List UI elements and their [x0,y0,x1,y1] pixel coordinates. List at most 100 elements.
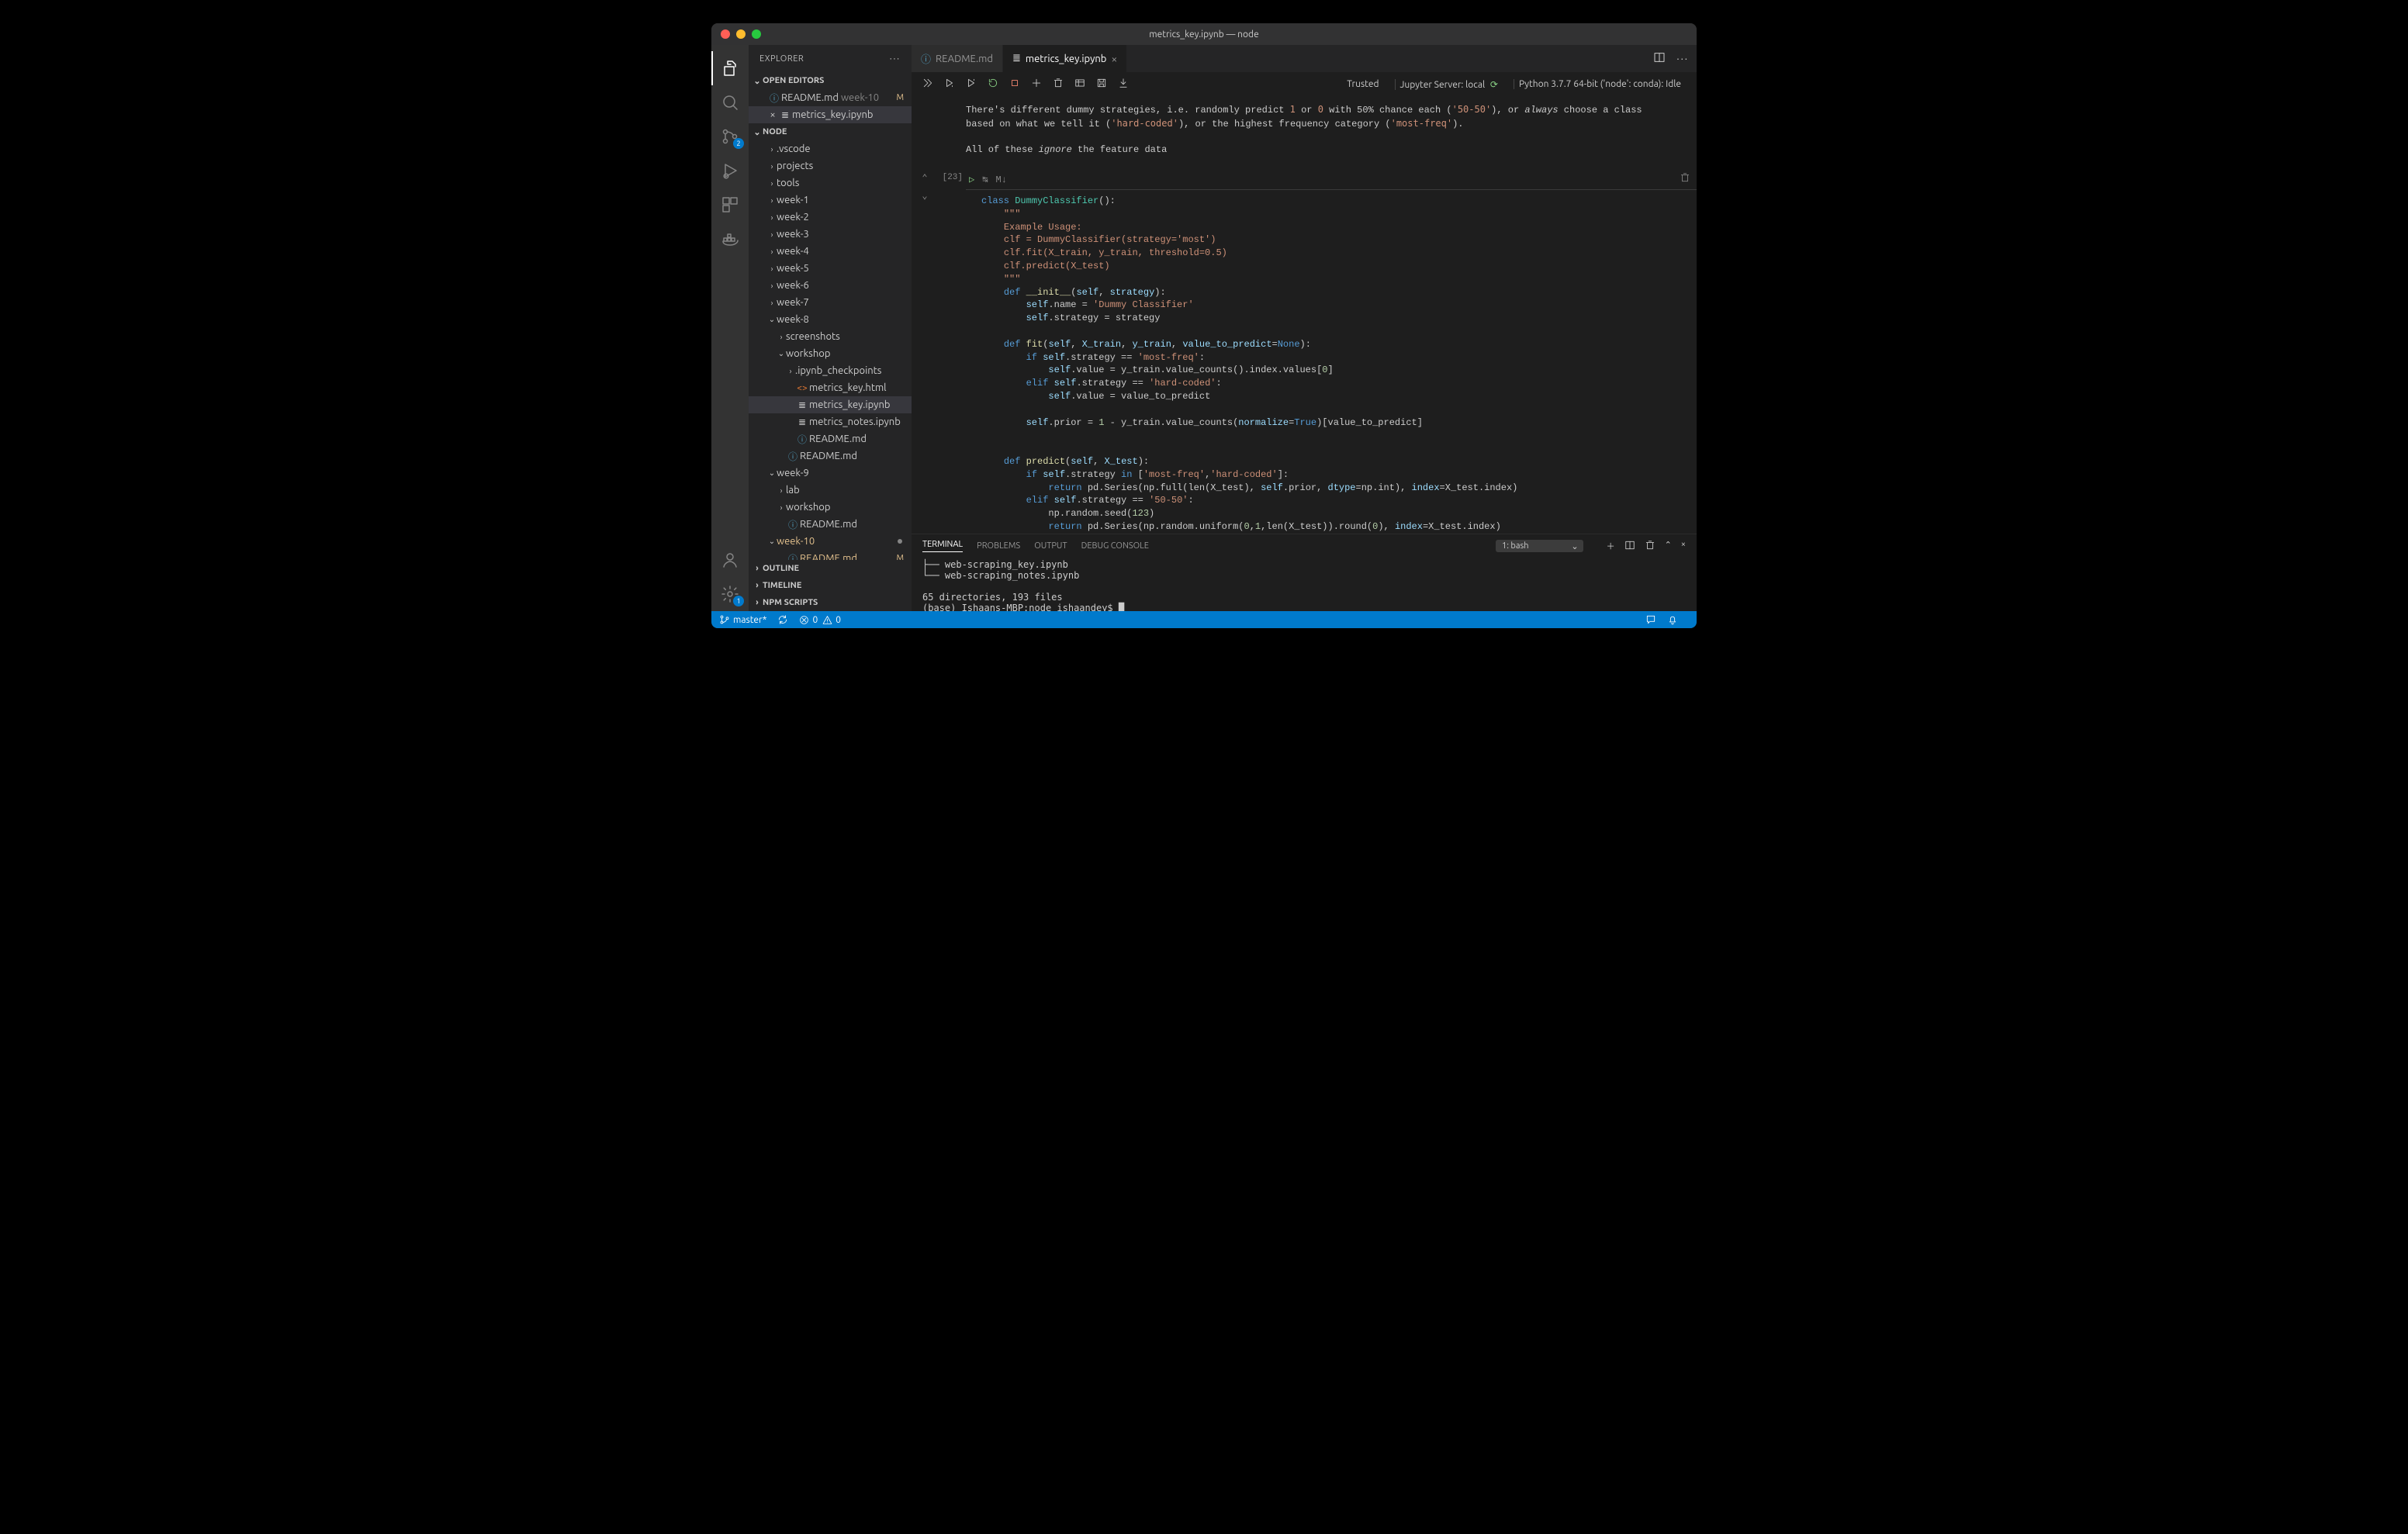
git-status: M [896,554,904,560]
trusted-status[interactable]: Trusted [1342,79,1383,89]
file-item[interactable]: ≣metrics_notes.ipynb [749,413,912,430]
code-cell-content[interactable]: class DummyClassifier(): """ Example Usa… [966,190,1697,534]
open-editor-item[interactable]: ⓘ README.md week-10 M [749,89,912,106]
notifications-icon[interactable] [1667,614,1678,625]
markdown-toggle-icon[interactable]: M↓ [995,174,1006,187]
panel-tab-debug[interactable]: DEBUG CONSOLE [1081,541,1149,551]
execution-count: [23] [938,172,966,534]
chevron-icon: › [767,247,777,256]
close-panel-icon[interactable]: × [1681,540,1686,553]
settings-activity[interactable]: 1 [711,577,749,611]
collapse-up-icon[interactable]: ⌃ [922,172,927,185]
tab-metrics[interactable]: ≣ metrics_key.ipynb × [1003,45,1127,72]
variables-icon[interactable] [1074,78,1085,91]
close-tab-icon[interactable]: × [1111,53,1117,65]
bottom-panel: TERMINAL PROBLEMS OUTPUT DEBUG CONSOLE 1… [912,534,1697,611]
workspace-root-section[interactable]: ⌄NODE [749,123,912,140]
tab-readme[interactable]: ⓘ README.md [912,45,1003,72]
folder-item[interactable]: ›.ipynb_checkpoints [749,362,912,379]
folder-item[interactable]: ›workshop [749,499,912,516]
panel-tab-terminal[interactable]: TERMINAL [922,540,963,552]
export-icon[interactable] [1118,78,1129,91]
folder-item[interactable]: ›tools [749,174,912,192]
file-label: week-3 [777,229,912,240]
notebook-editor[interactable]: There's different dummy strategies, i.e.… [912,97,1697,534]
sync-status[interactable] [777,614,788,625]
maximize-window-button[interactable] [752,29,761,39]
run-cell-icon[interactable]: ▷ [969,174,974,187]
file-label: README.md [809,434,912,444]
new-terminal-icon[interactable]: ＋ [1607,540,1615,553]
folder-item[interactable]: ›week-4 [749,243,912,260]
file-item[interactable]: ⓘREADME.md [749,516,912,533]
delete-cell-icon[interactable] [1680,172,1690,188]
folder-item[interactable]: ⌄week-9 [749,465,912,482]
folder-item[interactable]: ›lab [749,482,912,499]
jupyter-server-status[interactable]: Jupyter Server: local ⟳ [1395,79,1503,90]
explorer-activity[interactable] [711,51,749,85]
save-icon[interactable] [1096,78,1107,91]
open-editors-section[interactable]: ⌄OPEN EDITORS [749,72,912,89]
folder-item[interactable]: ›.vscode [749,140,912,157]
open-editor-item[interactable]: × ≣ metrics_key.ipynb [749,106,912,123]
more-actions-icon[interactable]: ··· [1676,54,1689,64]
close-window-button[interactable] [721,29,730,39]
code-cell[interactable]: ⌃ ⌄ [23] ▷ ↹ M↓ class DummyClassifier(): [912,172,1697,534]
file-item[interactable]: <>metrics_key.html [749,379,912,396]
run-all-icon[interactable] [922,78,933,91]
close-icon[interactable]: × [767,109,778,120]
file-item[interactable]: ≣metrics_key.ipynb [749,396,912,413]
file-type-icon: ≣ [795,399,809,410]
panel-tab-output[interactable]: OUTPUT [1034,541,1067,551]
restart-kernel-icon[interactable] [988,78,998,91]
feedback-icon[interactable] [1645,614,1656,625]
docker-activity[interactable] [711,222,749,256]
split-terminal-icon[interactable] [1624,540,1635,553]
clear-outputs-icon[interactable] [1053,78,1064,91]
accounts-activity[interactable] [711,543,749,577]
folder-item[interactable]: ›screenshots [749,328,912,345]
timeline-section[interactable]: ›TIMELINE [749,577,912,594]
folder-item[interactable]: ⌄week-8 [749,311,912,328]
folder-item[interactable]: ›week-7 [749,294,912,311]
interrupt-kernel-icon[interactable] [1009,78,1020,91]
run-below-icon[interactable] [966,78,977,91]
kernel-status[interactable]: Python 3.7.7 64-bit ('node': conda): Idl… [1514,79,1686,89]
git-branch-status[interactable]: master* [719,614,766,625]
terminal-selector[interactable]: 1: bash ⌄ [1496,540,1583,552]
folder-item[interactable]: ⌄workshop [749,345,912,362]
npm-scripts-section[interactable]: ›NPM SCRIPTS [749,594,912,611]
scm-activity[interactable]: 2 [711,119,749,154]
collapse-down-icon[interactable]: ⌄ [922,190,927,203]
folder-item[interactable]: ›week-1 [749,192,912,209]
run-debug-activity[interactable] [711,154,749,188]
folder-item[interactable]: ⌄week-10 [749,533,912,550]
minimize-window-button[interactable] [736,29,746,39]
add-cell-icon[interactable] [1031,78,1042,91]
outline-section[interactable]: ›OUTLINE [749,560,912,577]
folder-item[interactable]: ›projects [749,157,912,174]
sidebar-more-icon[interactable]: ··· [890,54,901,64]
split-editor-icon[interactable] [1653,51,1666,66]
folder-item[interactable]: ›week-6 [749,277,912,294]
extensions-activity[interactable] [711,188,749,222]
chevron-icon: › [767,179,777,188]
chevron-icon: › [777,333,786,341]
folder-item[interactable]: ›week-2 [749,209,912,226]
folder-item[interactable]: ›week-5 [749,260,912,277]
file-item[interactable]: ⓘREADME.mdM [749,550,912,560]
run-above-icon[interactable] [944,78,955,91]
maximize-panel-icon[interactable]: ⌃ [1665,540,1672,553]
folder-item[interactable]: ›week-3 [749,226,912,243]
errors-status[interactable]: 0 [799,615,818,625]
file-item[interactable]: ⓘREADME.md [749,430,912,447]
kill-terminal-icon[interactable] [1645,540,1656,553]
server-ok-icon: ⟳ [1490,80,1498,90]
file-label: README.md [800,553,896,560]
panel-tab-problems[interactable]: PROBLEMS [977,541,1020,551]
file-item[interactable]: ⓘREADME.md [749,447,912,465]
warnings-status[interactable]: 0 [822,615,841,625]
run-by-line-icon[interactable]: ↹ [982,174,988,187]
search-activity[interactable] [711,85,749,119]
terminal-output[interactable]: ├── web-scraping_key.ipynb └── web-scrap… [912,558,1697,611]
